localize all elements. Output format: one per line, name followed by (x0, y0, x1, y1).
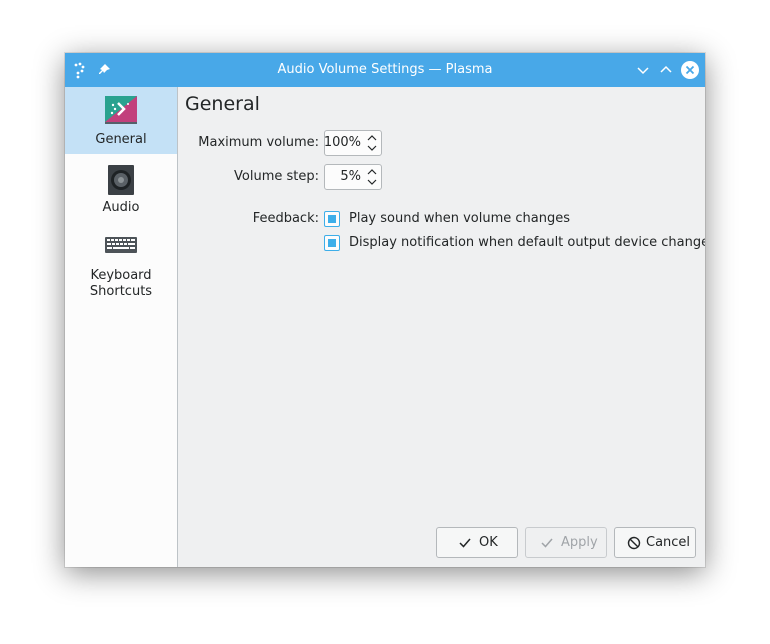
window-title: Audio Volume Settings — Plasma (277, 62, 493, 77)
sidebar-item-audio[interactable]: Audio (65, 159, 177, 221)
sidebar-item-label: General (95, 132, 147, 147)
check-icon (540, 536, 554, 550)
ok-button[interactable]: OK (436, 527, 518, 558)
close-icon[interactable] (681, 61, 699, 79)
keyboard-icon (104, 229, 138, 263)
settings-window: Audio Volume Settings — Plasma General A… (65, 53, 705, 567)
ok-button-label: OK (479, 535, 498, 550)
cancel-button-label: Cancel (646, 535, 691, 550)
max-volume-spinbox[interactable]: 100% (324, 130, 382, 156)
play-sound-checkbox[interactable] (324, 211, 340, 227)
check-icon (458, 536, 472, 550)
play-sound-label[interactable]: Play sound when volume changes (349, 211, 570, 227)
settings-page: General Maximum volume: 100% Volume step… (178, 87, 705, 567)
general-settings-icon (104, 93, 138, 127)
max-volume-value[interactable]: 100% (324, 131, 361, 155)
max-volume-label: Maximum volume: (198, 135, 319, 150)
speaker-icon (104, 163, 138, 197)
volume-step-label: Volume step: (234, 169, 319, 184)
sidebar-item-label: Shortcuts (89, 284, 153, 299)
sidebar-item-label: Keyboard (90, 268, 152, 283)
notification-label[interactable]: Display notification when default output… (349, 235, 705, 251)
sidebar-item-general[interactable]: General (65, 87, 177, 154)
apply-button[interactable]: Apply (525, 527, 607, 558)
volume-step-spinbox[interactable]: 5% (324, 164, 382, 190)
cancel-icon (627, 536, 641, 550)
apply-button-label: Apply (561, 535, 598, 550)
page-title: General (185, 93, 260, 115)
feedback-label: Feedback: (252, 211, 319, 226)
sidebar-item-keyboard-shortcuts[interactable]: Keyboard Shortcuts (65, 227, 177, 307)
sidebar: General Audio Keyboard Shortcuts (65, 87, 178, 567)
cancel-button[interactable]: Cancel (614, 527, 696, 558)
sidebar-item-label: Audio (102, 200, 140, 215)
titlebar[interactable]: Audio Volume Settings — Plasma (65, 53, 705, 87)
spin-arrows-icon[interactable] (366, 133, 378, 153)
minimize-icon[interactable] (634, 61, 652, 79)
maximize-icon[interactable] (657, 61, 675, 79)
notification-checkbox[interactable] (324, 235, 340, 251)
volume-step-value[interactable]: 5% (340, 165, 361, 189)
spin-arrows-icon[interactable] (366, 167, 378, 187)
